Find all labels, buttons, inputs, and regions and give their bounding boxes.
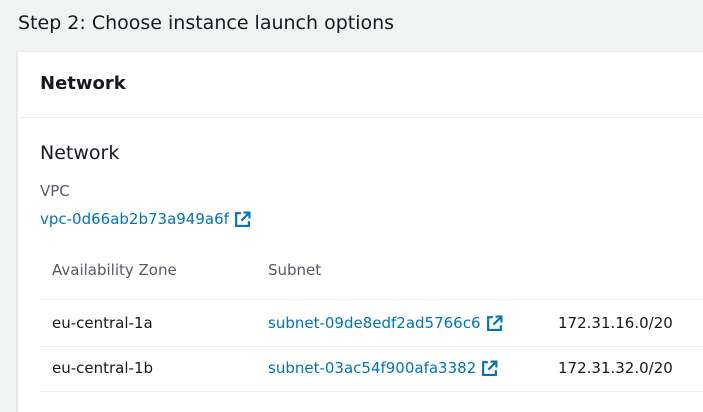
table-divider [40, 346, 703, 347]
section-title: Network [40, 142, 120, 164]
external-link-icon [234, 211, 251, 227]
panel-header: Network [18, 52, 703, 118]
panel-header-title: Network [40, 73, 126, 94]
subnet-link-text: subnet-03ac54f900afa3382 [268, 359, 477, 377]
table-divider [40, 391, 703, 392]
column-header-subnet: Subnet [268, 261, 322, 279]
external-link-icon [482, 360, 498, 376]
table-cell-availability-zone: eu-central-1a [52, 314, 153, 332]
vpc-link[interactable]: vpc-0d66ab2b73a949a6f [40, 209, 251, 229]
subnet-link-text: subnet-09de8edf2ad5766c6 [268, 314, 481, 332]
table-cell-cidr: 172.31.16.0/20 [558, 314, 673, 332]
subnet-link[interactable]: subnet-03ac54f900afa3382 [268, 358, 498, 378]
page-title: Step 2: Choose instance launch options [18, 12, 395, 34]
external-link-icon [486, 315, 502, 331]
table-cell-availability-zone: eu-central-1b [52, 359, 154, 377]
subnet-link[interactable]: subnet-09de8edf2ad5766c6 [268, 313, 503, 333]
table-divider [40, 299, 703, 300]
column-header-availability-zone: Availability Zone [52, 261, 177, 279]
vpc-label: VPC [40, 182, 70, 200]
vpc-link-text: vpc-0d66ab2b73a949a6f [40, 210, 229, 228]
network-panel: Network Network VPC vpc-0d66ab2b73a949a6… [17, 51, 703, 412]
table-cell-cidr: 172.31.32.0/20 [558, 359, 673, 377]
